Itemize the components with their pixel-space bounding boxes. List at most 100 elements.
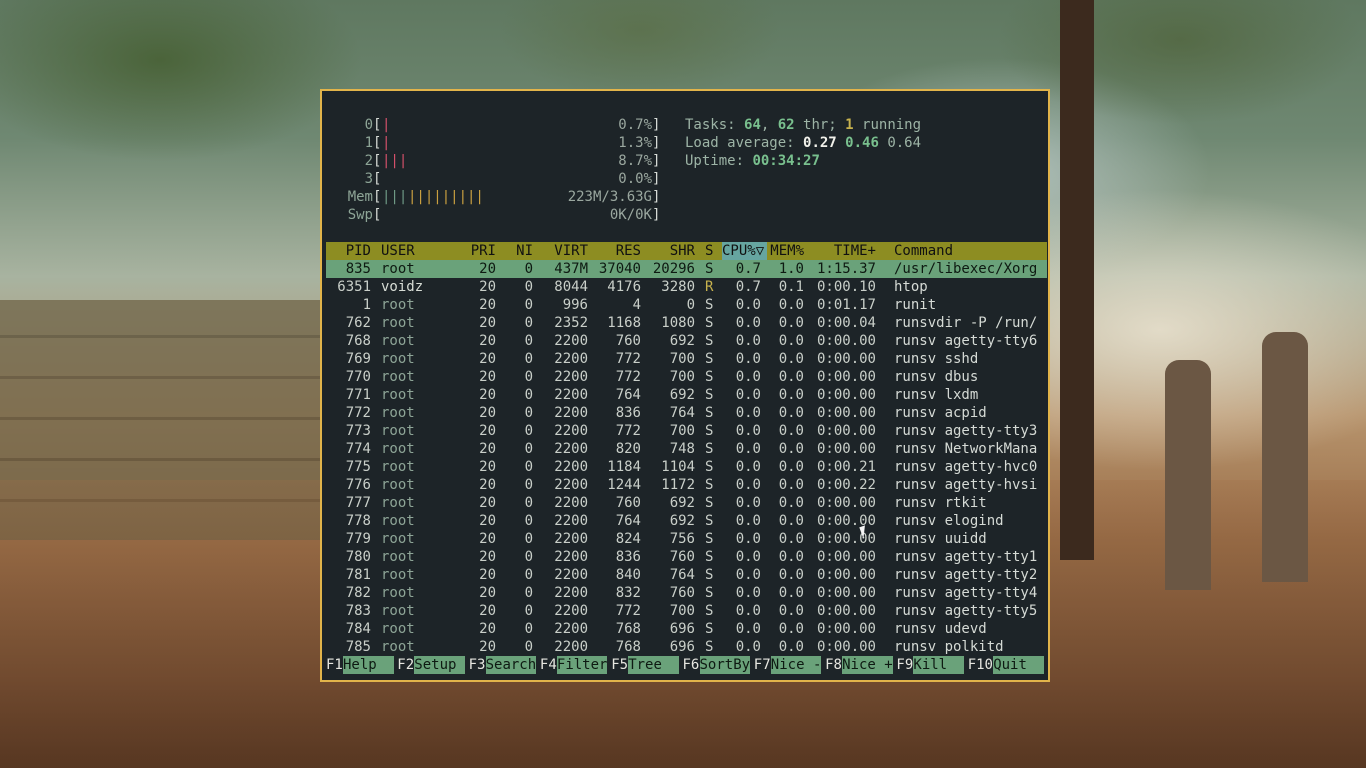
fkey-f8[interactable]: F8 [825, 656, 842, 674]
process-row[interactable]: 776 root 20 0 2200 1244 1172 S 0.0 0.0 0:00.22 runs… [326, 476, 1047, 494]
cell-pri: 20 [479, 351, 496, 367]
process-row[interactable]: 777 root 20 0 2200 760 692 S 0.0 0.0 0:00.00 runsv … [326, 494, 1047, 512]
fkey-f6[interactable]: F6 [683, 656, 700, 674]
col-command[interactable]: Command [894, 242, 953, 260]
fkey-label-f3[interactable]: Search [485, 656, 537, 674]
cell-command: runsv rtkit [894, 495, 987, 511]
process-row[interactable]: 769 root 20 0 2200 772 700 S 0.0 0.0 0:00.00 runsv … [326, 350, 1047, 368]
cell-s: S [705, 585, 714, 601]
process-row[interactable]: 783 root 20 0 2200 772 700 S 0.0 0.0 0:00.00 runsv … [326, 602, 1047, 620]
fkey-f5[interactable]: F5 [611, 656, 628, 674]
cell-shr: 760 [669, 549, 695, 565]
process-row[interactable]: 762 root 20 0 2352 1168 1080 S 0.0 0.0 0:00.04 runs… [326, 314, 1047, 332]
cell-command: /usr/libexec/Xorg [894, 261, 1038, 277]
fkey-f1[interactable]: F1 [326, 656, 343, 674]
cell-res: 768 [615, 639, 641, 655]
fkey-label-f8[interactable]: Nice + [842, 656, 893, 674]
cell-pri: 20 [479, 369, 496, 385]
col-time[interactable]: TIME+ [804, 242, 876, 260]
cell-shr: 3280 [661, 279, 695, 295]
fkey-f4[interactable]: F4 [540, 656, 557, 674]
cell-cpu: 0.7 [735, 261, 761, 277]
process-row[interactable]: 778 root 20 0 2200 764 692 S 0.0 0.0 0:00.00 runsv … [326, 512, 1047, 530]
col-mem[interactable]: MEM% [767, 242, 804, 260]
col-pid[interactable]: PID [326, 242, 371, 260]
cell-res: 1244 [607, 477, 641, 493]
cell-s: S [705, 459, 714, 475]
cell-user: root [381, 351, 415, 367]
process-row[interactable]: 835 root 20 0 437M 37040 20296 S 0.7 1.0 1:15.37/u… [326, 260, 1047, 278]
fkey-label-f1[interactable]: Help [343, 656, 394, 674]
function-key-bar[interactable]: F1 Help F2 Setup F3 Search F4 Filter F5 Tree F6… [326, 656, 1047, 674]
fkey-label-f10[interactable]: Quit [993, 656, 1044, 674]
fkey-f10[interactable]: F10 [968, 656, 993, 674]
process-row[interactable]: 773 root 20 0 2200 772 700 S 0.0 0.0 0:00.00 runsv … [326, 422, 1047, 440]
fkey-label-f2[interactable]: Setup [414, 656, 465, 674]
htop-terminal-window[interactable]: 0[| 0.7%] 1[| 1.3%] 2[||| 8.7%] 3[0.0%] Mem… [320, 89, 1050, 682]
process-row[interactable]: 1 root 20 0 996 4 0 S 0.0 0.0 0:01.17 runit [326, 296, 1047, 314]
process-table-header[interactable]: PID USER PRI NI VIRT RES SHR S CPU%▽ MEM… [326, 242, 1047, 260]
process-row[interactable]: 771 root 20 0 2200 764 692 S 0.0 0.0 0:00.00 runsv … [326, 386, 1047, 404]
fkey-f9[interactable]: F9 [896, 656, 913, 674]
cell-mem: 0.0 [778, 603, 804, 619]
cell-cpu: 0.0 [735, 333, 761, 349]
fkey-f2[interactable]: F2 [397, 656, 414, 674]
cell-virt: 2352 [554, 315, 588, 331]
process-row[interactable]: 6351 voidz 20 0 8044 4176 3280 R 0.7 0.1 0:00.10 ht… [326, 278, 1047, 296]
cell-user: root [381, 441, 415, 457]
cell-cpu: 0.0 [735, 495, 761, 511]
process-row[interactable]: 782 root 20 0 2200 832 760 S 0.0 0.0 0:00.00 runsv … [326, 584, 1047, 602]
cell-user: root [381, 261, 415, 277]
cell-pid: 778 [345, 513, 371, 529]
cell-time: 0:00.00 [816, 549, 876, 565]
cell-pid: 773 [345, 423, 371, 439]
cell-pid: 770 [345, 369, 371, 385]
process-row[interactable]: 772 root 20 0 2200 836 764 S 0.0 0.0 0:00.00 runsv … [326, 404, 1047, 422]
process-row[interactable]: 780 root 20 0 2200 836 760 S 0.0 0.0 0:00.00 runsv … [326, 548, 1047, 566]
cell-ni: 0 [524, 333, 533, 349]
fkey-label-f6[interactable]: SortBy [699, 656, 751, 674]
cell-ni: 0 [524, 495, 533, 511]
cell-virt: 2200 [554, 405, 588, 421]
col-state[interactable]: S [705, 242, 713, 260]
fkey-label-f9[interactable]: Kill [913, 656, 964, 674]
process-row[interactable]: 768 root 20 0 2200 760 692 S 0.0 0.0 0:00.00 runsv … [326, 332, 1047, 350]
col-ni[interactable]: NI [501, 242, 533, 260]
col-cpu-sorted[interactable]: CPU%▽ [722, 242, 767, 260]
cell-mem: 0.1 [778, 279, 804, 295]
cell-cpu: 0.0 [735, 639, 761, 655]
cell-pid: 771 [345, 387, 371, 403]
cell-shr: 1172 [661, 477, 695, 493]
fkey-label-f7[interactable]: Nice - [770, 656, 822, 674]
cell-s: S [705, 297, 714, 313]
cell-command: runsv NetworkMana [894, 441, 1038, 457]
col-pri[interactable]: PRI [456, 242, 496, 260]
cell-command: runsv polkitd [894, 639, 1004, 655]
process-row[interactable]: 781 root 20 0 2200 840 764 S 0.0 0.0 0:00.00 runsv … [326, 566, 1047, 584]
cell-res: 840 [615, 567, 641, 583]
col-res[interactable]: RES [588, 242, 641, 260]
fkey-label-f4[interactable]: Filter [556, 656, 608, 674]
process-row[interactable]: 775 root 20 0 2200 1184 1104 S 0.0 0.0 0:00.21 runs… [326, 458, 1047, 476]
cell-virt: 2200 [554, 351, 588, 367]
col-user[interactable]: USER [381, 242, 415, 260]
process-row[interactable]: 784 root 20 0 2200 768 696 S 0.0 0.0 0:00.00 runsv … [326, 620, 1047, 638]
cell-s: S [705, 639, 714, 655]
cpu-meter-3: 3[0.0%] [364, 171, 661, 187]
cell-shr: 764 [669, 567, 695, 583]
col-shr[interactable]: SHR [641, 242, 695, 260]
cell-time: 0:00.04 [816, 315, 876, 331]
process-row[interactable]: 774 root 20 0 2200 820 748 S 0.0 0.0 0:00.00 runsv … [326, 440, 1047, 458]
cell-shr: 756 [669, 531, 695, 547]
col-virt[interactable]: VIRT [538, 242, 588, 260]
fkey-label-f5[interactable]: Tree [628, 656, 679, 674]
cell-shr: 748 [669, 441, 695, 457]
cell-mem: 0.0 [778, 567, 804, 583]
fkey-f3[interactable]: F3 [469, 656, 486, 674]
cell-ni: 0 [524, 513, 533, 529]
cell-ni: 0 [524, 603, 533, 619]
process-row[interactable]: 770 root 20 0 2200 772 700 S 0.0 0.0 0:00.00 runsv … [326, 368, 1047, 386]
fkey-f7[interactable]: F7 [754, 656, 771, 674]
process-row[interactable]: 779 root 20 0 2200 824 756 S 0.0 0.0 0:00.00 runsv … [326, 530, 1047, 548]
process-row[interactable]: 785 root 20 0 2200 768 696 S 0.0 0.0 0:00.00 runsv … [326, 638, 1047, 656]
